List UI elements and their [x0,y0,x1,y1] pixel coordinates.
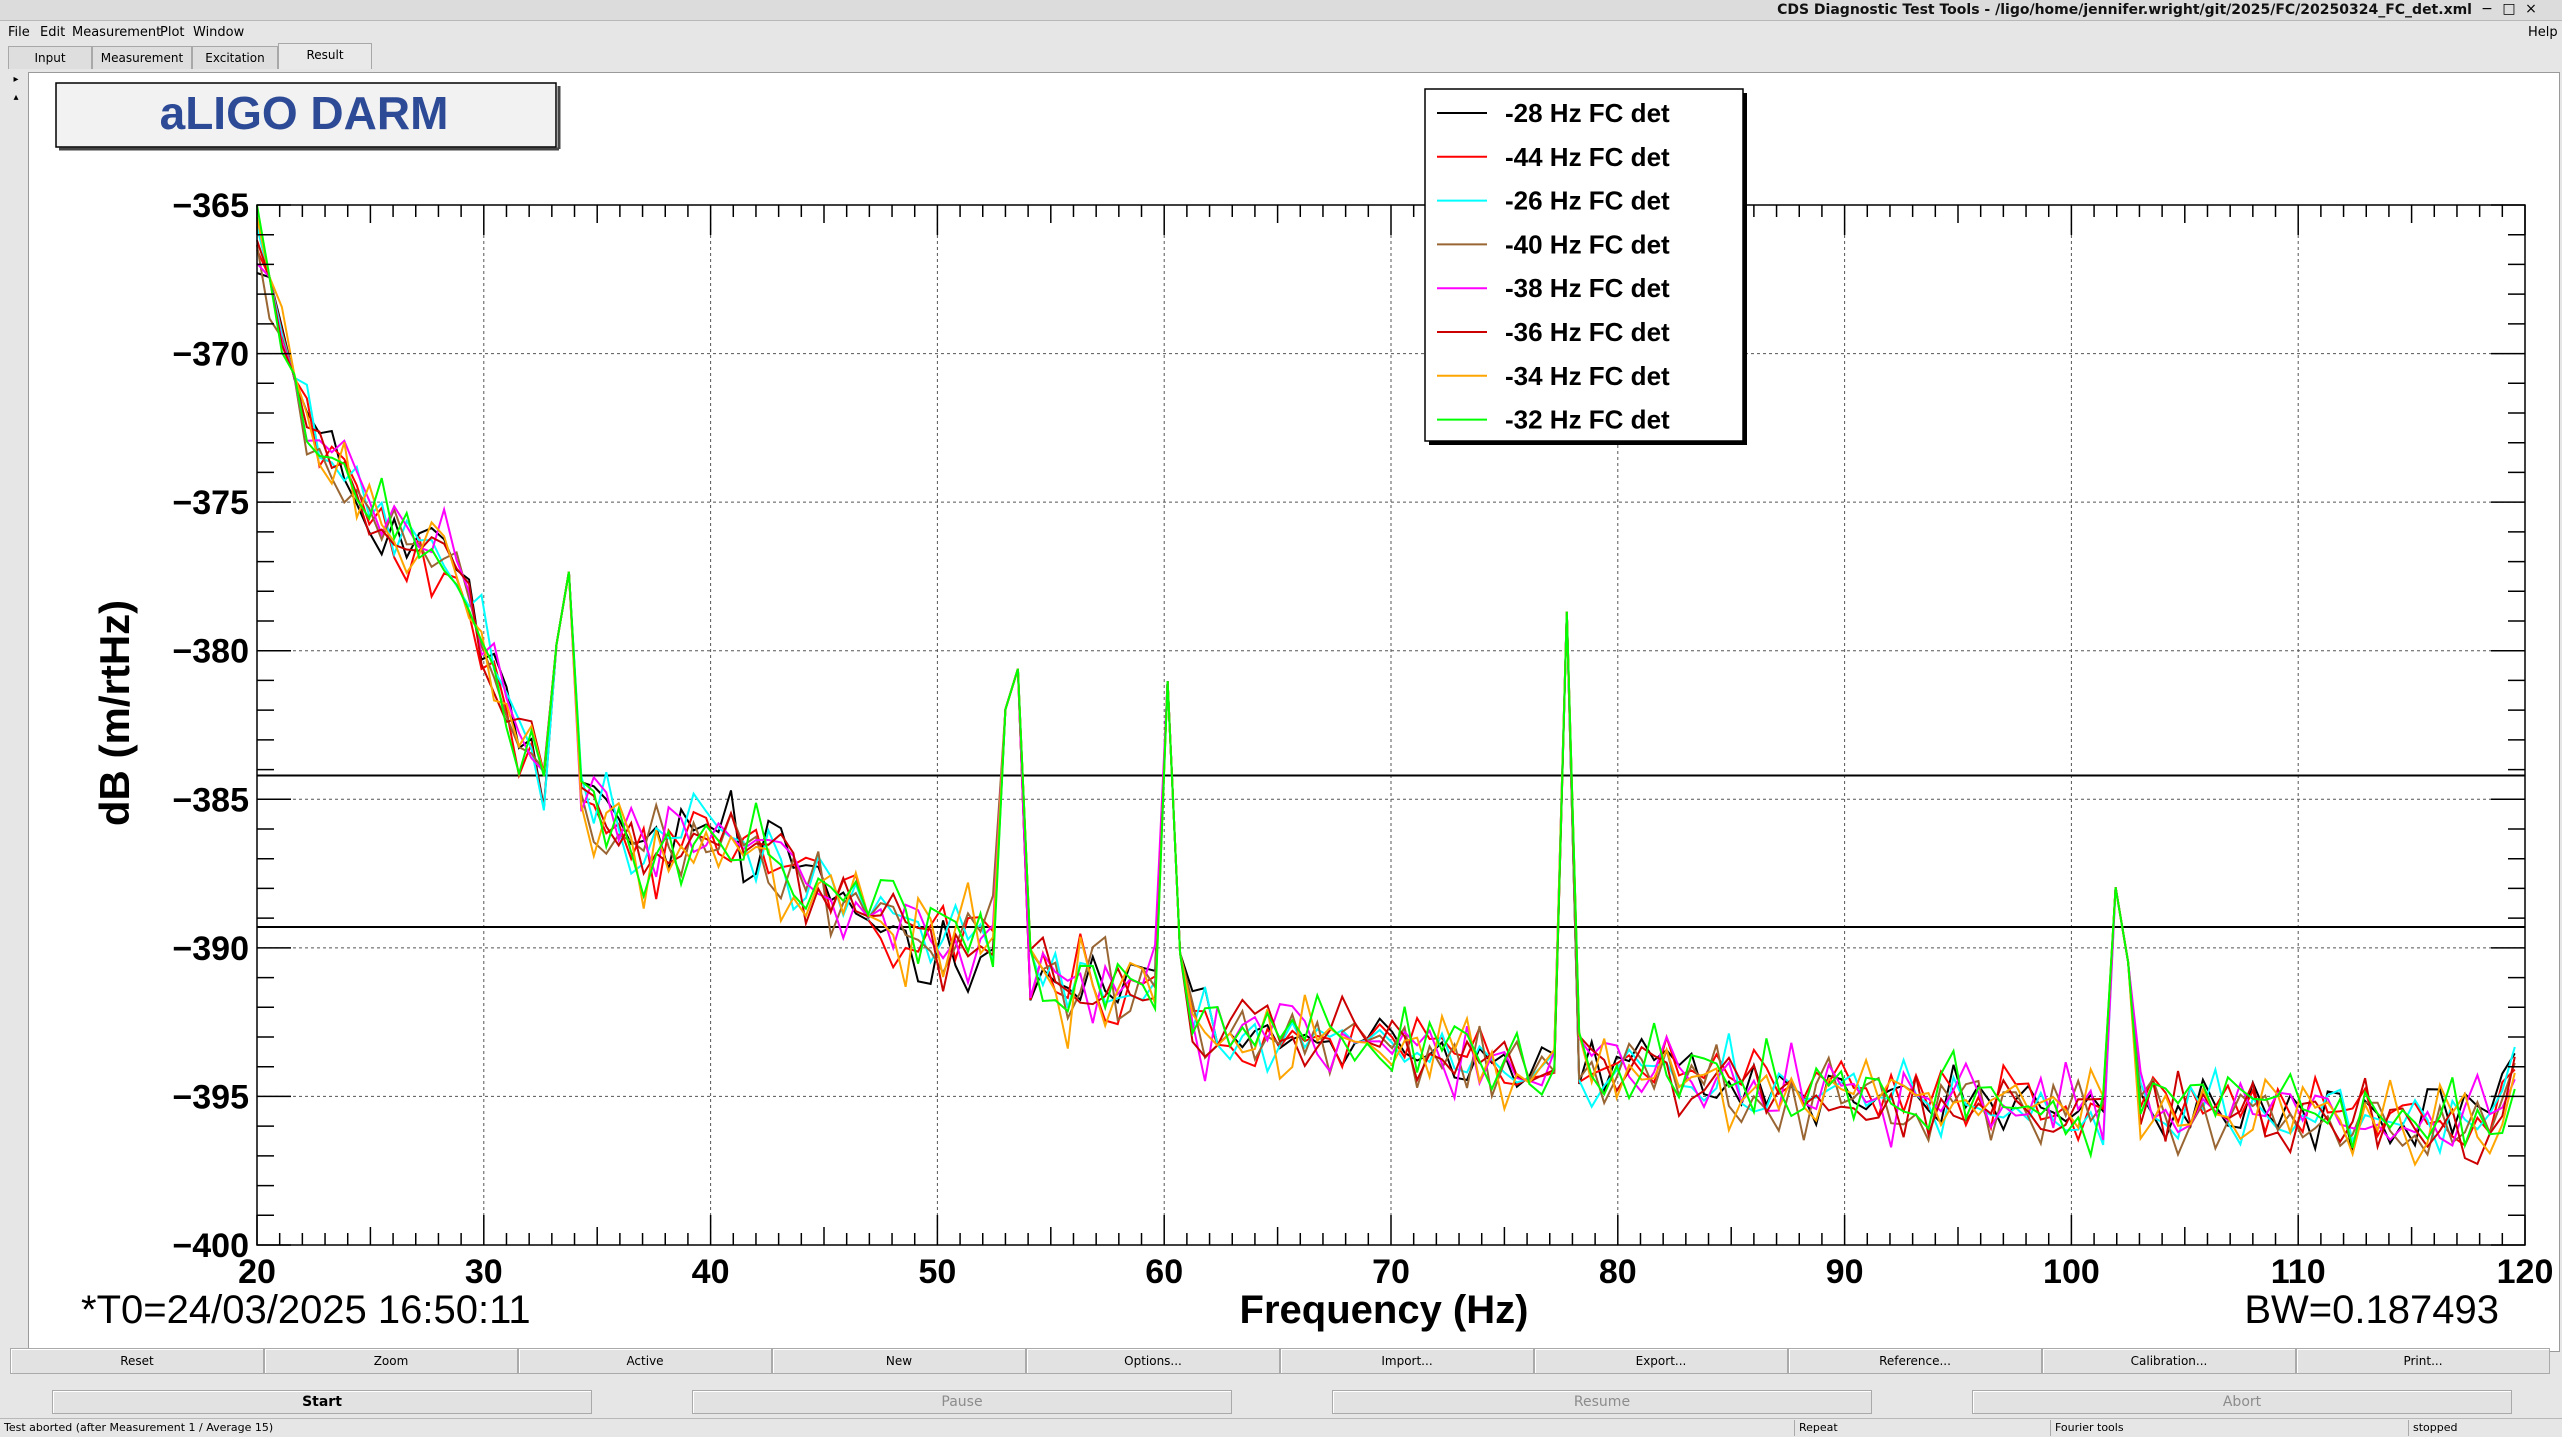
x-tick-label: 90 [1826,1253,1864,1291]
y-axis-label: dB (m/rtHz) [91,600,138,826]
series-line [256,216,2516,1167]
menu-plot[interactable]: Plot [160,25,185,40]
status-tool: Fourier tools [2050,1420,2124,1436]
options-button[interactable]: Options... [1026,1348,1280,1374]
menu-window[interactable]: Window [193,25,244,40]
scroll-up-icon[interactable]: ▸ [8,74,24,85]
menubar: File Edit Measurement Plot Window Help [0,21,2562,43]
status-state: stopped [2408,1420,2458,1436]
status-message: Test aborted (after Measurement 1 / Aver… [4,1421,274,1434]
window-title: CDS Diagnostic Test Tools - /ligo/home/j… [1777,2,2472,18]
legend-label: -36 Hz FC det [1505,317,1670,347]
legend-label: -44 Hz FC det [1505,142,1670,172]
plot-banner: aLIGO DARM [55,82,561,151]
tab-excitation[interactable]: Excitation [192,46,278,69]
active-button[interactable]: Active [518,1348,772,1374]
y-tick-label: −385 [172,781,249,819]
y-tick-label: −380 [172,633,249,671]
x-tick-label: 40 [692,1253,730,1291]
legend-label: -34 Hz FC det [1505,361,1670,391]
x-tick-label: 50 [918,1253,956,1291]
zoom-button[interactable]: Zoom [264,1348,518,1374]
horizontal-reference-lines [257,774,2525,929]
y-tick-label: −390 [172,930,249,968]
series-line [256,204,2516,1160]
menu-help[interactable]: Help [2528,25,2558,40]
y-tick-label: −365 [172,187,249,225]
scroll-down-icon[interactable]: ▴ [8,92,24,103]
t0-label: *T0=24/03/2025 16:50:11 [81,1288,531,1332]
status-mode: Repeat [1794,1420,1838,1436]
x-tick-label: 100 [2043,1253,2100,1291]
x-axis-label: Frequency (Hz) [1240,1288,1529,1332]
x-tick-label: 120 [2497,1253,2554,1291]
series-line [256,226,2516,1156]
spectrum-plot: aLIGO DARM 20 30 40 50 60 70 80 90 100 110 120−400… [55,82,2554,1332]
legend: -28 Hz FC det -44 Hz FC det -26 Hz FC det -… [1424,88,1747,445]
close-button[interactable]: × [2522,1,2540,17]
series-lines [256,204,2516,1167]
calibration-button[interactable]: Calibration... [2042,1348,2296,1374]
abort-button[interactable]: Abort [1972,1390,2512,1414]
x-tick-label: 110 [2271,1253,2326,1291]
series-line [256,272,2516,1154]
legend-label: -32 Hz FC det [1505,405,1670,435]
x-tick-label: 60 [1145,1253,1183,1291]
menu-measurement[interactable]: Measurement [72,25,161,40]
legend-label: -26 Hz FC det [1505,186,1670,216]
reset-button[interactable]: Reset [10,1348,264,1374]
legend-label: -38 Hz FC det [1505,273,1670,303]
minimize-button[interactable]: − [2478,1,2496,17]
tab-measurement[interactable]: Measurement [92,46,192,69]
import-button[interactable]: Import... [1280,1348,1534,1374]
resume-button[interactable]: Resume [1332,1390,1872,1414]
legend-label: -28 Hz FC det [1505,98,1670,128]
y-tick-label: −400 [172,1227,249,1265]
pause-button[interactable]: Pause [692,1390,1232,1414]
start-button[interactable]: Start [52,1390,592,1414]
x-tick-label: 80 [1599,1253,1637,1291]
x-tick-label: 30 [465,1253,503,1291]
series-line [256,262,2516,1148]
plot-canvas[interactable]: aLIGO DARM 20 30 40 50 60 70 80 90 100 110 120 −400… [28,72,2560,1352]
tab-result[interactable]: Result [278,43,372,69]
menu-edit[interactable]: Edit [40,25,65,40]
new-button[interactable]: New [772,1348,1026,1374]
tab-input[interactable]: Input [8,46,92,69]
status-bar: Test aborted (after Measurement 1 / Aver… [0,1418,2562,1437]
y-tick-label: −370 [172,336,249,374]
plot-grid [257,205,2525,1245]
series-line [256,244,2516,1158]
window-titlebar: CDS Diagnostic Test Tools - /ligo/home/j… [0,0,2562,21]
banner-text: aLIGO DARM [160,87,449,139]
x-tick-label: 70 [1372,1253,1410,1291]
maximize-button[interactable]: □ [2500,1,2518,17]
y-tick-label: −395 [172,1078,249,1116]
menu-file[interactable]: File [8,25,30,40]
series-line [256,249,2516,1147]
print-button[interactable]: Print... [2296,1348,2550,1374]
bw-label: BW=0.187493 [2244,1288,2499,1332]
reference-button[interactable]: Reference... [1788,1348,2042,1374]
y-tick-label: −375 [172,484,249,522]
export-button[interactable]: Export... [1534,1348,1788,1374]
legend-label: -40 Hz FC det [1505,229,1670,259]
